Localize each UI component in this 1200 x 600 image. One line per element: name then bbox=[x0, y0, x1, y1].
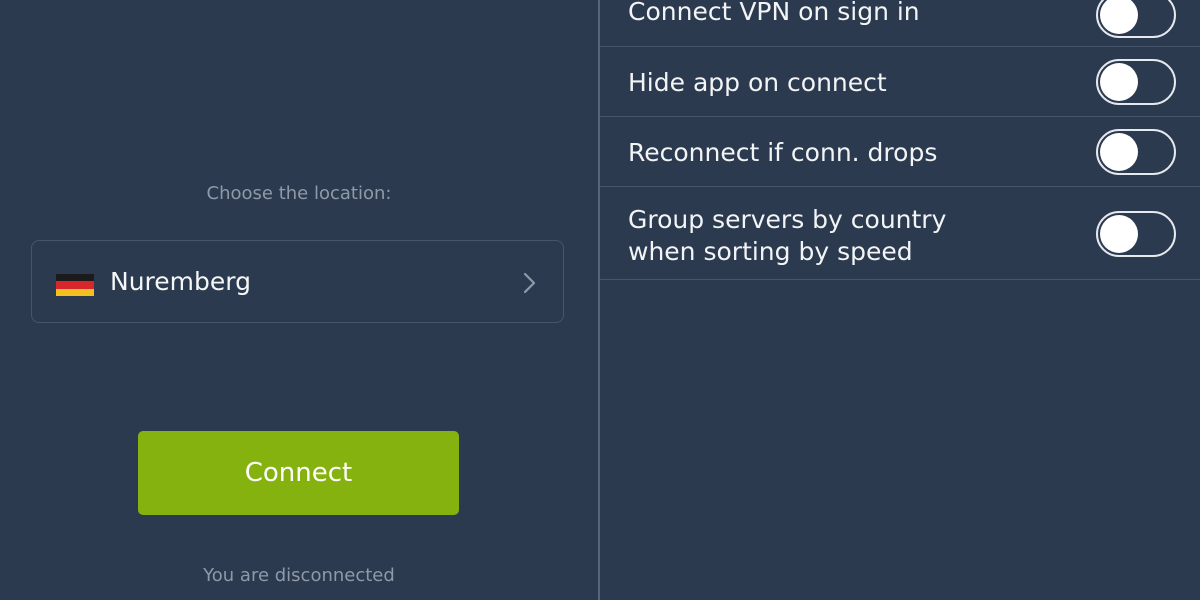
choose-location-label: Choose the location: bbox=[206, 183, 392, 204]
toggle-reconnect-if-drops[interactable] bbox=[1096, 129, 1176, 175]
settings-panel: Connect VPN on sign in Hide app on conne… bbox=[600, 0, 1200, 600]
setting-label: Connect VPN on sign in bbox=[628, 0, 920, 26]
germany-flag-icon bbox=[56, 274, 94, 296]
setting-label: Reconnect if conn. drops bbox=[628, 138, 938, 167]
setting-row-hide-app-on-connect: Hide app on connect bbox=[600, 47, 1200, 117]
toggle-connect-on-sign-in[interactable] bbox=[1096, 0, 1176, 38]
setting-row-reconnect-if-drops: Reconnect if conn. drops bbox=[600, 117, 1200, 187]
selected-location-name: Nuremberg bbox=[110, 267, 251, 296]
toggle-knob bbox=[1100, 215, 1138, 253]
connect-button[interactable]: Connect bbox=[138, 431, 459, 515]
setting-row-connect-on-sign-in: Connect VPN on sign in bbox=[600, 0, 1200, 47]
setting-label: Group servers by country when sorting by… bbox=[628, 205, 947, 266]
toggle-knob bbox=[1100, 0, 1138, 34]
toggle-hide-app-on-connect[interactable] bbox=[1096, 59, 1176, 105]
setting-row-group-servers: Group servers by country when sorting by… bbox=[600, 187, 1200, 280]
setting-label: Hide app on connect bbox=[628, 68, 887, 97]
connection-status: You are disconnected bbox=[203, 565, 395, 586]
chevron-right-icon bbox=[523, 272, 536, 294]
toggle-knob bbox=[1100, 133, 1138, 171]
location-panel: Choose the location: Nuremberg Connect Y… bbox=[0, 0, 598, 600]
location-selector[interactable]: Nuremberg bbox=[31, 240, 564, 323]
toggle-group-servers[interactable] bbox=[1096, 211, 1176, 257]
toggle-knob bbox=[1100, 63, 1138, 101]
